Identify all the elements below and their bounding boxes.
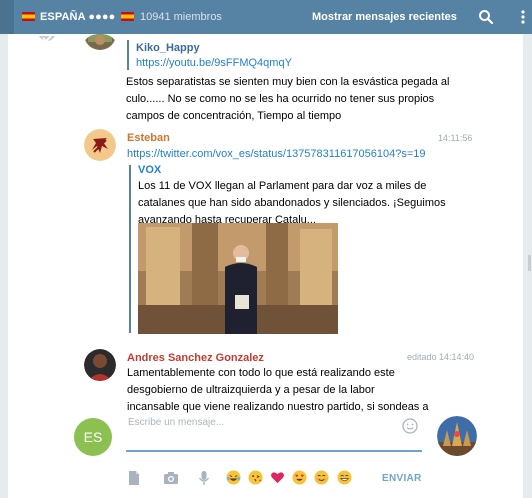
microphone-icon[interactable]: [196, 470, 212, 486]
reply-quote-bar: [127, 40, 129, 70]
smiling-emoji-icon[interactable]: [314, 470, 329, 485]
message-link[interactable]: https://twitter.com/vox_es/status/137578…: [127, 148, 426, 160]
search-icon[interactable]: [478, 9, 494, 25]
scrollbar-thumb[interactable]: [528, 255, 531, 271]
file-icon[interactable]: [126, 470, 142, 486]
preview-line: Los 11 de VOX llegan al Parlament para d…: [138, 180, 427, 192]
message-text: Estos separatistas se sienten muy bien c…: [126, 74, 449, 125]
author-name[interactable]: Kiko_Happy: [136, 42, 200, 54]
kissing-emoji-icon[interactable]: [248, 470, 263, 485]
flag-spain-icon: [121, 12, 134, 21]
heart-emoji-icon[interactable]: [270, 470, 285, 485]
andres-avatar[interactable]: [84, 349, 116, 381]
message-text: Lamentablemente con todo lo que está rea…: [127, 365, 428, 416]
tears-of-joy-emoji-icon[interactable]: [226, 470, 241, 485]
esteban-avatar[interactable]: [84, 129, 116, 161]
group-avatar[interactable]: [437, 416, 477, 456]
message-link[interactable]: https://youtu.be/9sFFMQ4qmqY: [136, 57, 292, 69]
flag-spain-icon: [22, 12, 35, 21]
heart-eyes-emoji-icon[interactable]: [292, 470, 307, 485]
member-count[interactable]: 10941 miembros: [140, 11, 222, 23]
message-line: campos de concentración, Tiempo al tiemp…: [126, 110, 342, 122]
message-line: desgobierno de ultraizquierda y a pesar …: [127, 384, 375, 396]
preview-source[interactable]: VOX: [138, 164, 161, 176]
kiko-avatar[interactable]: [84, 34, 116, 54]
send-button[interactable]: ENVIAR: [382, 473, 422, 484]
message-line: Lamentablemente con todo lo que está rea…: [127, 367, 395, 379]
read-check-icon: [39, 35, 55, 43]
author-name[interactable]: Andres Sanchez Gonzalez: [127, 352, 264, 364]
header-left-strip: [0, 0, 14, 34]
user-avatar[interactable]: ES: [74, 418, 112, 456]
preview-image[interactable]: [138, 223, 338, 334]
message-time: 14:11:56: [438, 133, 473, 143]
preview-line: catalanes que han sido abandonados y sil…: [138, 197, 446, 209]
chat-header: ESPAÑA ●●●● 10941 miembros Mostrar mensa…: [0, 0, 532, 34]
emoji-icon[interactable]: [402, 418, 418, 434]
grinning-emoji-icon[interactable]: [337, 470, 352, 485]
preview-text: Los 11 de VOX llegan al Parlament para d…: [138, 178, 446, 229]
author-name[interactable]: Esteban: [127, 132, 170, 144]
recent-messages-button[interactable]: Mostrar mensajes recientes: [312, 11, 457, 23]
menu-icon[interactable]: [515, 9, 531, 25]
preview-quote-bar: [129, 165, 131, 333]
message-input[interactable]: [126, 412, 422, 452]
message-line: Estos separatistas se sienten muy bien c…: [126, 76, 450, 88]
message-time: editado 14:14:40: [407, 352, 475, 362]
camera-icon[interactable]: [163, 470, 179, 486]
chat-title[interactable]: ESPAÑA ●●●●: [40, 11, 115, 23]
message-line: culo...... No se como no se les ha ocurr…: [126, 93, 435, 105]
